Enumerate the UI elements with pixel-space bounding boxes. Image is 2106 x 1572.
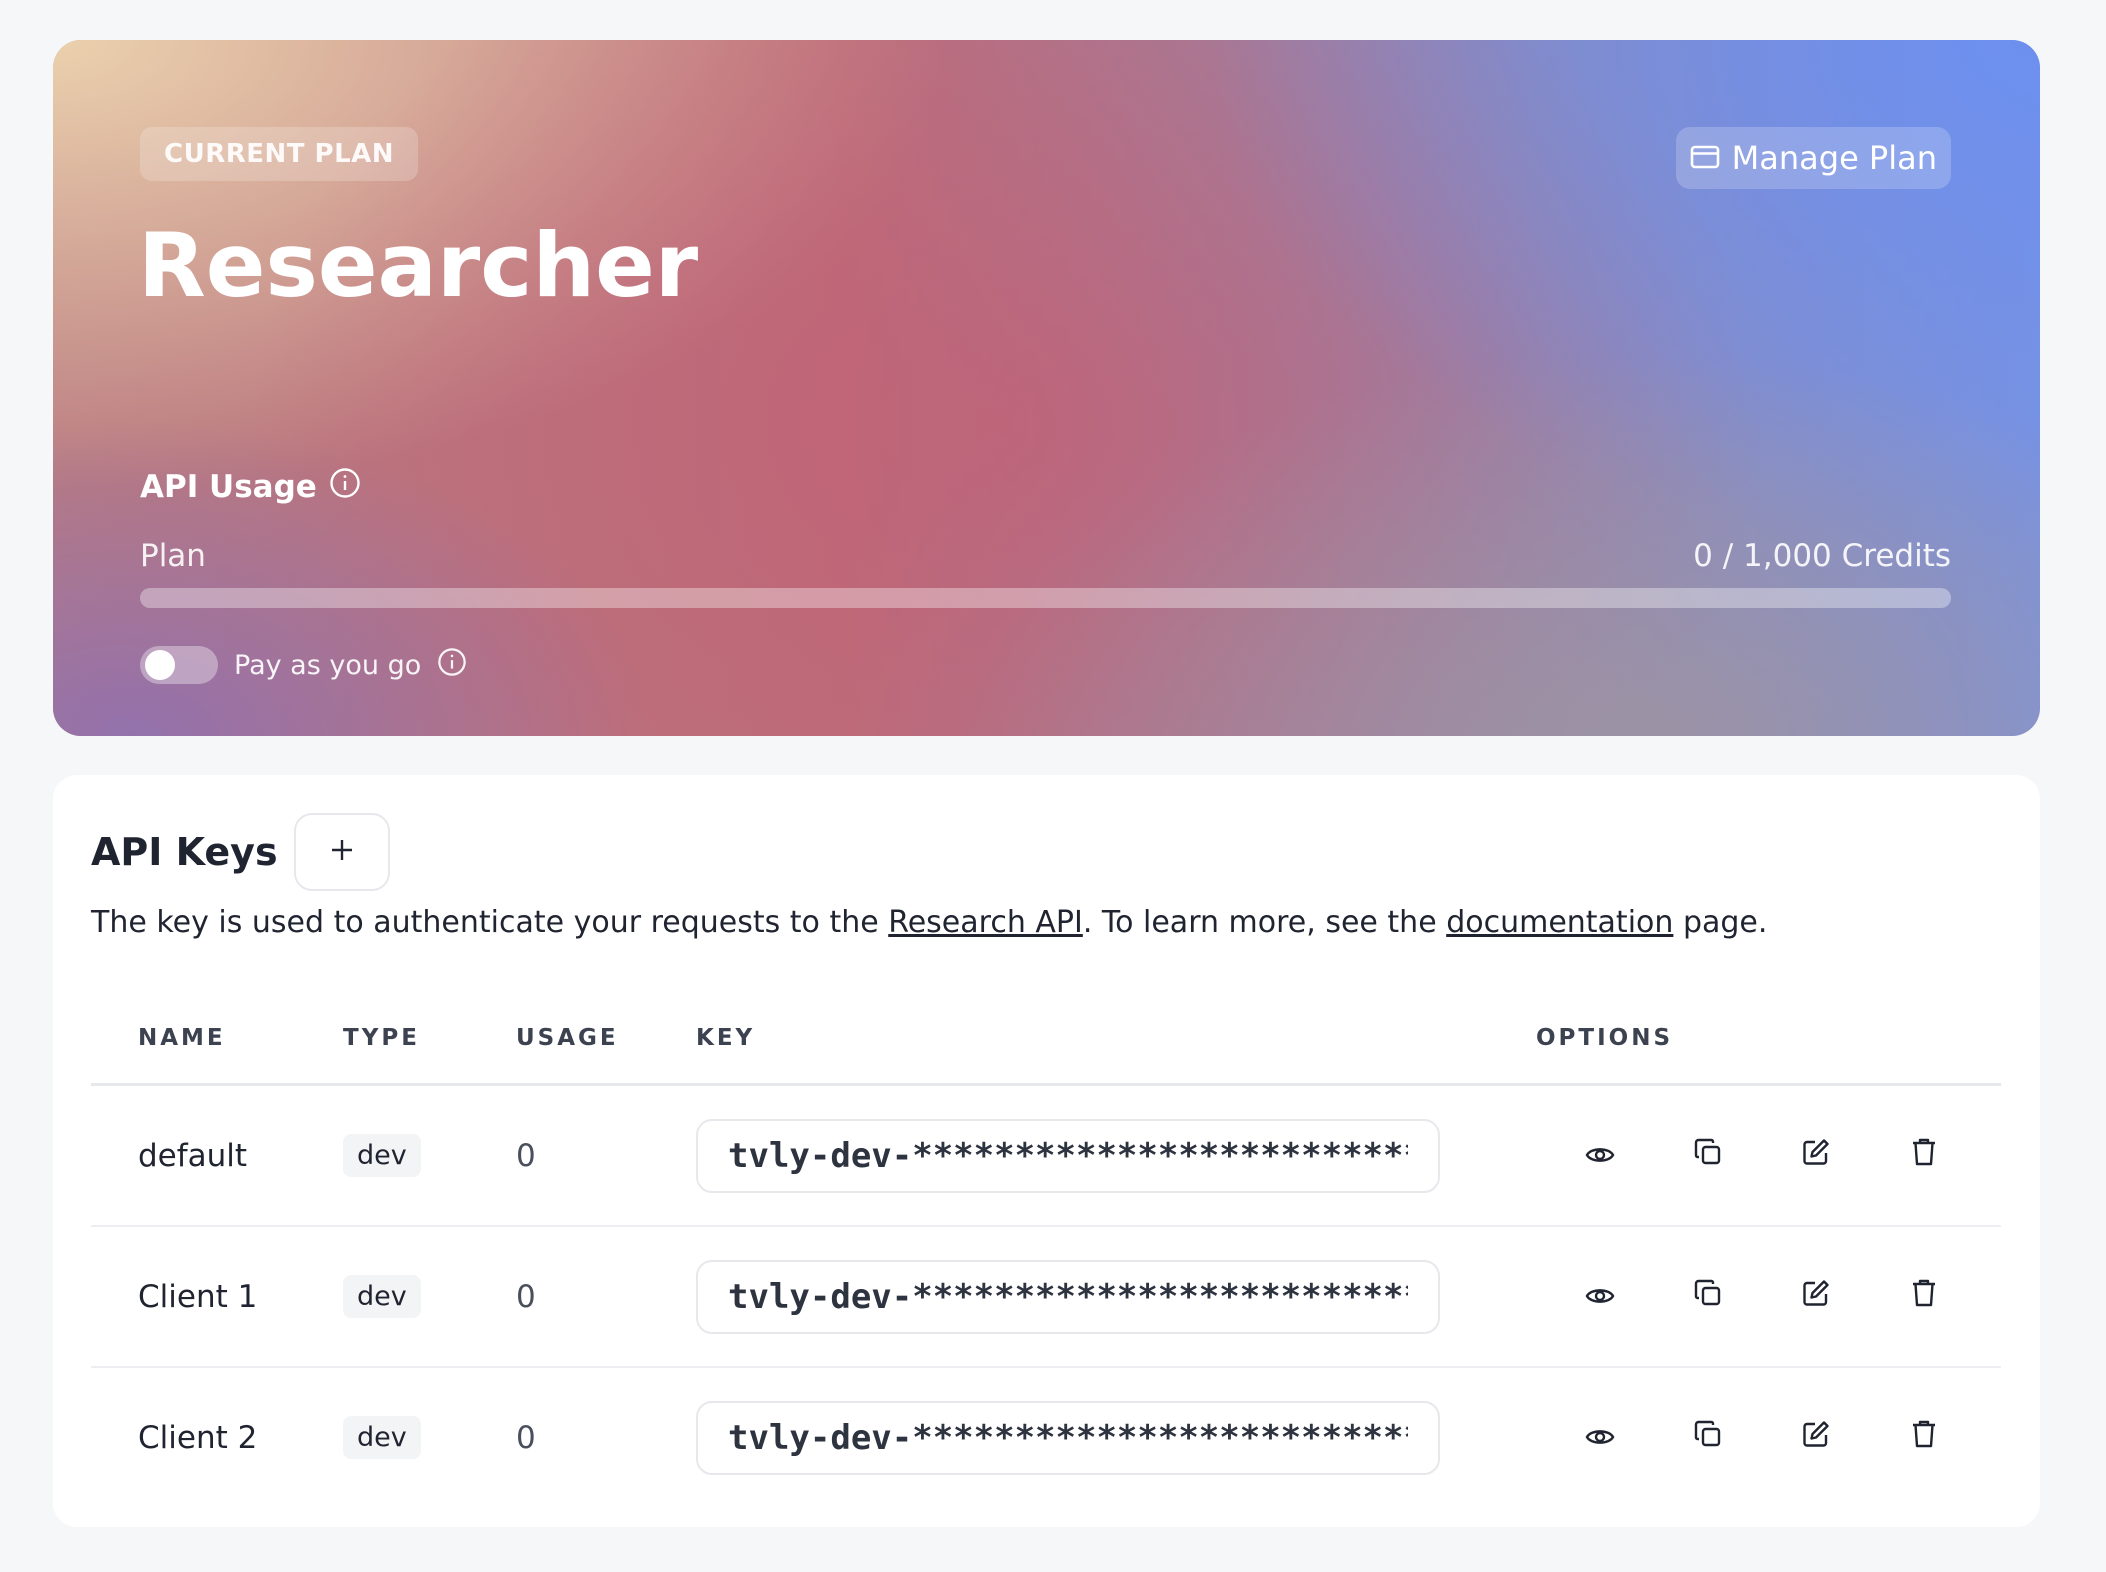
trash-icon [1911, 1278, 1937, 1316]
edit-key-button[interactable] [1762, 1408, 1870, 1468]
column-header-name: NAME [91, 993, 343, 1086]
description-text: page. [1673, 905, 1768, 940]
copy-icon [1693, 1419, 1723, 1457]
eye-icon [1585, 1279, 1615, 1315]
key-name-cell: Client 1 [91, 1226, 343, 1368]
edit-key-button[interactable] [1762, 1267, 1870, 1327]
api-usage-label: API Usage [140, 469, 317, 505]
eye-icon [1585, 1420, 1615, 1456]
api-keys-card: API Keys The key is used to authenticate… [53, 775, 2040, 1527]
api-key-field[interactable]: tvly-dev-*******************************… [696, 1259, 1440, 1334]
table-row: default dev 0 tvly-dev-*****************… [91, 1084, 2001, 1227]
api-key-field[interactable]: tvly-dev-*******************************… [696, 1400, 1440, 1475]
pay-as-you-go-toggle[interactable] [140, 646, 218, 684]
plan-card: CURRENT PLAN Researcher Manage Plan API … [53, 40, 2040, 736]
copy-key-button[interactable] [1654, 1126, 1762, 1186]
plan-name: Researcher [138, 214, 699, 317]
edit-icon [1801, 1278, 1831, 1316]
toggle-knob [145, 650, 175, 680]
show-key-button[interactable] [1546, 1408, 1654, 1468]
show-key-button[interactable] [1546, 1126, 1654, 1186]
trash-icon [1911, 1419, 1937, 1457]
key-options-cell [1536, 1084, 2001, 1227]
add-api-key-button[interactable] [293, 813, 390, 891]
plan-usage-label: Plan [140, 538, 206, 574]
plus-icon [330, 838, 354, 866]
key-type-cell: dev [343, 1226, 516, 1368]
table-header-row: NAME TYPE USAGE KEY OPTIONS [91, 993, 2001, 1086]
api-key-value: tvly-dev-*******************************… [728, 1276, 1408, 1317]
credit-card-icon [1690, 139, 1720, 177]
key-type-badge: dev [343, 1134, 421, 1177]
table-row: Client 2 dev 0 tvly-dev-****************… [91, 1367, 2001, 1507]
manage-plan-label: Manage Plan [1731, 139, 1937, 177]
key-usage: 0 [516, 1278, 536, 1315]
key-value-cell: tvly-dev-*******************************… [696, 1367, 1536, 1507]
copy-icon [1693, 1137, 1723, 1175]
api-key-value: tvly-dev-*******************************… [728, 1417, 1408, 1458]
column-header-options: OPTIONS [1536, 993, 2001, 1086]
key-type-badge: dev [343, 1416, 421, 1459]
api-keys-title: API Keys [91, 830, 278, 874]
key-name: default [138, 1137, 248, 1174]
table-row: Client 1 dev 0 tvly-dev-****************… [91, 1226, 2001, 1368]
delete-key-button[interactable] [1870, 1126, 1978, 1186]
edit-icon [1801, 1137, 1831, 1175]
key-name-cell: Client 2 [91, 1367, 343, 1507]
key-options-cell [1536, 1226, 2001, 1368]
delete-key-button[interactable] [1870, 1408, 1978, 1468]
api-key-field[interactable]: tvly-dev-*******************************… [696, 1118, 1440, 1193]
description-text: The key is used to authenticate your req… [91, 905, 889, 940]
key-usage-cell: 0 [516, 1226, 696, 1368]
api-usage-heading: API Usage [140, 467, 361, 507]
research-api-link[interactable]: Research API [888, 905, 1083, 940]
pay-as-you-go-label: Pay as you go [234, 649, 422, 681]
key-type-cell: dev [343, 1084, 516, 1227]
pay-as-you-go-row: Pay as you go [140, 646, 467, 684]
key-usage: 0 [516, 1137, 536, 1174]
api-keys-header: API Keys [91, 813, 390, 891]
copy-icon [1693, 1278, 1723, 1316]
copy-key-button[interactable] [1654, 1267, 1762, 1327]
key-type-cell: dev [343, 1367, 516, 1507]
show-key-button[interactable] [1546, 1267, 1654, 1327]
api-keys-description: The key is used to authenticate your req… [91, 905, 1767, 940]
key-name: Client 2 [138, 1419, 258, 1456]
column-header-usage: USAGE [516, 993, 696, 1086]
key-name: Client 1 [138, 1278, 258, 1315]
current-plan-badge: CURRENT PLAN [140, 127, 419, 181]
api-key-value: tvly-dev-*******************************… [728, 1135, 1408, 1176]
key-value-cell: tvly-dev-*******************************… [696, 1226, 1536, 1368]
edit-key-button[interactable] [1762, 1126, 1870, 1186]
info-icon[interactable] [329, 467, 361, 507]
documentation-link[interactable]: documentation [1446, 905, 1673, 940]
key-usage-cell: 0 [516, 1367, 696, 1507]
column-header-type: TYPE [343, 993, 516, 1086]
key-usage: 0 [516, 1419, 536, 1456]
credits-counter: 0 / 1,000 Credits [1693, 538, 1951, 574]
edit-icon [1801, 1419, 1831, 1457]
copy-key-button[interactable] [1654, 1408, 1762, 1468]
usage-progress-bar [140, 588, 1951, 608]
key-name-cell: default [91, 1084, 343, 1227]
info-icon[interactable] [437, 647, 467, 684]
trash-icon [1911, 1137, 1937, 1175]
key-type-badge: dev [343, 1275, 421, 1318]
description-text: . To learn more, see the [1082, 905, 1447, 940]
eye-icon [1585, 1138, 1615, 1174]
key-value-cell: tvly-dev-*******************************… [696, 1084, 1536, 1227]
delete-key-button[interactable] [1870, 1267, 1978, 1327]
api-keys-table: NAME TYPE USAGE KEY OPTIONS default dev … [91, 993, 2001, 1507]
manage-plan-button[interactable]: Manage Plan [1675, 127, 1951, 189]
key-usage-cell: 0 [516, 1084, 696, 1227]
column-header-key: KEY [696, 993, 1536, 1086]
key-options-cell [1536, 1367, 2001, 1507]
